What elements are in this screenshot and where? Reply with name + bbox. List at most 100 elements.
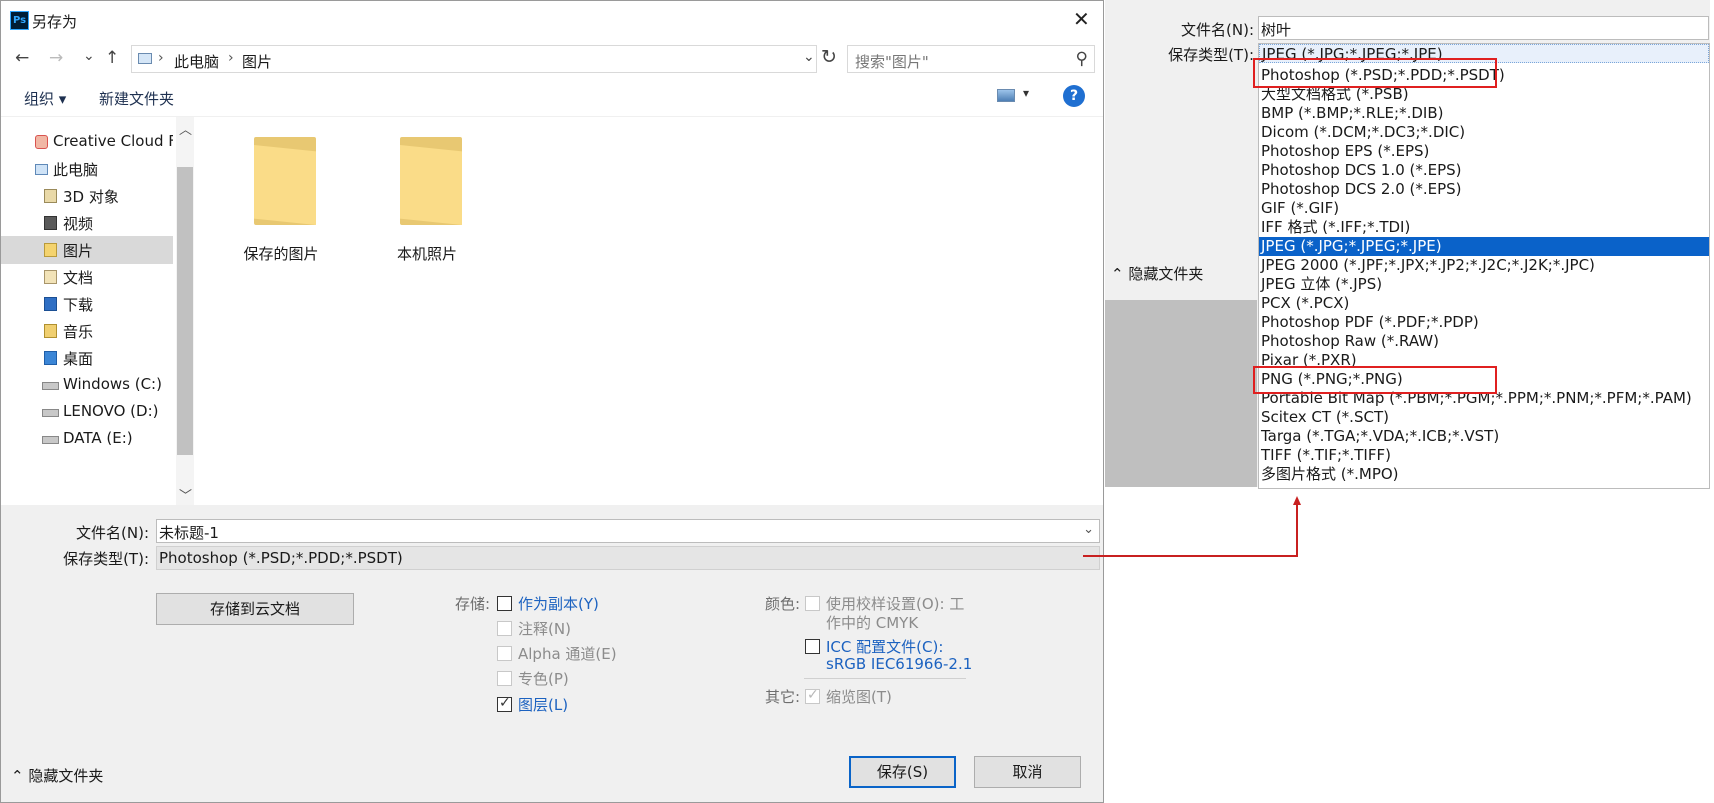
search-box[interactable]: 搜索"图片" ⚲ [847, 45, 1095, 73]
scrollbar-thumb[interactable] [177, 167, 193, 455]
scroll-up-icon[interactable]: ︿ [179, 119, 192, 138]
documents-icon [44, 270, 57, 284]
up-folder-icon[interactable]: ↑ [105, 49, 119, 67]
sidebar-item-music[interactable]: 音乐 [1, 317, 173, 345]
format-option[interactable]: JPEG 立体 (*.JPS) [1259, 275, 1709, 294]
sidebar-item-label: 此电脑 [53, 161, 99, 179]
download-icon [44, 297, 57, 311]
format-option-highlighted[interactable]: JPEG (*.JPG;*.JPEG;*.JPE) [1259, 237, 1709, 256]
organize-menu-button[interactable]: 组织 ▾ [24, 88, 66, 109]
gray-block [1105, 300, 1257, 487]
view-mode-dropdown-icon[interactable]: ▾ [1023, 86, 1029, 100]
format-option[interactable]: Scitex CT (*.SCT) [1259, 408, 1709, 427]
music-icon [44, 324, 57, 338]
search-icon[interactable]: ⚲ [1076, 49, 1088, 69]
sidebar-item-this-pc[interactable]: 此电脑 [1, 155, 173, 183]
sidebar-item-drive-e[interactable]: DATA (E:) [1, 425, 173, 453]
filetype-select[interactable]: Photoshop (*.PSD;*.PDD;*.PSDT) [156, 546, 1100, 570]
address-bar[interactable]: › 此电脑 › 图片 ⌄ [131, 45, 817, 73]
folder-saved-pictures[interactable]: 保存的图片 [226, 117, 336, 267]
sidebar-item-drive-d[interactable]: LENOVO (D:) [1, 398, 173, 426]
format-option[interactable]: Targa (*.TGA;*.VDA;*.ICB;*.VST) [1259, 427, 1709, 446]
format-option[interactable]: Photoshop DCS 1.0 (*.EPS) [1259, 161, 1709, 180]
format-option[interactable]: Dicom (*.DCM;*.DC3;*.DIC) [1259, 123, 1709, 142]
thumbnail-label: 缩览图(T) [826, 688, 892, 706]
scroll-down-icon[interactable]: ﹀ [179, 485, 192, 504]
format-option[interactable]: Photoshop Raw (*.RAW) [1259, 332, 1709, 351]
format-option[interactable]: BMP (*.BMP;*.RLE;*.DIB) [1259, 104, 1709, 123]
sidebar-item-documents[interactable]: 文档 [1, 263, 173, 291]
breadcrumb-this-pc[interactable]: 此电脑 [174, 51, 219, 72]
sidebar-item-desktop[interactable]: 桌面 [1, 344, 173, 372]
hide-folders-toggle[interactable]: ⌃ 隐藏文件夹 [1111, 263, 1203, 284]
folder-camera-roll[interactable]: 本机照片 [372, 117, 482, 267]
sidebar-item-downloads[interactable]: 下载 [1, 290, 173, 318]
chevron-up-icon: ⌃ [11, 767, 24, 785]
as-copy-checkbox[interactable] [497, 596, 512, 611]
close-icon[interactable]: ✕ [1073, 9, 1090, 29]
drive-icon [42, 436, 59, 444]
format-dropdown-list: JPEG (*.JPG;*.JPEG;*.JPE) Photoshop (*.P… [1258, 43, 1710, 489]
back-arrow-icon[interactable]: ← [15, 49, 29, 67]
alpha-channels-checkbox [497, 646, 512, 661]
sidebar-item-pictures[interactable]: 图片 [1, 236, 173, 264]
sidebar-item-label: 桌面 [63, 350, 94, 368]
location-icon [138, 53, 152, 64]
filename-label: 文件名(N): [76, 524, 149, 542]
format-option[interactable]: JPEG 2000 (*.JPF;*.JPX;*.JP2;*.J2C;*.J2K… [1259, 256, 1709, 275]
command-toolbar: 组织 ▾ 新建文件夹 ▾ ? [1, 77, 1103, 117]
hide-folders-label: 隐藏文件夹 [1128, 265, 1204, 283]
address-dropdown-icon[interactable]: ⌄ [803, 49, 815, 65]
new-folder-button[interactable]: 新建文件夹 [99, 88, 174, 109]
filetype-value: Photoshop (*.PSD;*.PDD;*.PSDT) [159, 549, 403, 567]
sidebar-item-videos[interactable]: 视频 [1, 209, 173, 237]
navigation-scrollbar[interactable]: ︿ ﹀ [176, 117, 194, 505]
annotation-line-horizontal [1083, 555, 1298, 557]
filename-dropdown-icon[interactable]: ⌄ [1083, 522, 1094, 537]
folder-label: 保存的图片 [243, 245, 319, 263]
sidebar-item-label: Creative Cloud Files [53, 132, 173, 150]
icc-profile-checkbox[interactable] [805, 639, 820, 654]
filename-input[interactable]: 树叶 [1258, 16, 1709, 40]
format-option[interactable]: TIFF (*.TIF;*.TIFF) [1259, 446, 1709, 465]
refresh-icon[interactable]: ↻ [821, 47, 837, 67]
forward-arrow-icon[interactable]: → [49, 49, 63, 67]
format-option[interactable]: Photoshop PDF (*.PDF;*.PDP) [1259, 313, 1709, 332]
breadcrumb-pictures[interactable]: 图片 [242, 51, 272, 72]
layers-checkbox[interactable] [497, 695, 512, 712]
drive-icon [42, 382, 59, 390]
annotation-box-png [1253, 366, 1497, 394]
sidebar-item-3d-objects[interactable]: 3D 对象 [1, 182, 173, 210]
help-icon[interactable]: ? [1063, 85, 1085, 107]
format-option[interactable]: Photoshop DCS 2.0 (*.EPS) [1259, 180, 1709, 199]
search-input[interactable]: 搜索"图片" [855, 51, 929, 72]
hide-folders-toggle[interactable]: ⌃ 隐藏文件夹 [11, 765, 103, 786]
storage-group-label: 存储: [455, 595, 491, 613]
recent-locations-chevron-icon[interactable]: ⌄ [83, 47, 95, 65]
sidebar-item-creative-cloud[interactable]: Creative Cloud Files [1, 128, 173, 156]
format-option[interactable]: IFF 格式 (*.IFF;*.TDI) [1259, 218, 1709, 237]
chevron-up-icon: ⌃ [1111, 265, 1124, 283]
notes-label: 注释(N) [518, 620, 571, 638]
sidebar-item-drive-c[interactable]: Windows (C:) [1, 371, 173, 399]
filetype-label: 保存类型(T): [1168, 46, 1254, 64]
save-as-dialog: Ps 另存为 ✕ ← → ⌄ ↑ › 此电脑 › 图片 ⌄ ↻ 搜索"图片" ⚲ [0, 0, 1104, 803]
icc-profile-label-line2: sRGB IEC61966-2.1 [826, 655, 973, 673]
save-to-cloud-button[interactable]: 存储到云文档 [156, 593, 354, 625]
format-option[interactable]: PCX (*.PCX) [1259, 294, 1709, 313]
sidebar-item-label: 音乐 [63, 323, 94, 341]
dialog-title: 另存为 [32, 13, 78, 31]
cancel-button[interactable]: 取消 [974, 756, 1081, 788]
save-button[interactable]: 保存(S) [849, 756, 956, 788]
format-option[interactable]: 多图片格式 (*.MPO) [1259, 465, 1709, 484]
creative-cloud-icon [35, 135, 48, 149]
layers-label: 图层(L) [518, 696, 569, 714]
pictures-icon [44, 243, 57, 257]
format-option[interactable]: GIF (*.GIF) [1259, 199, 1709, 218]
desktop-icon [44, 351, 57, 365]
view-mode-icon[interactable] [997, 89, 1015, 102]
folder-icon [254, 137, 316, 225]
format-option[interactable]: Photoshop EPS (*.EPS) [1259, 142, 1709, 161]
sidebar-item-label: 3D 对象 [63, 188, 119, 206]
filename-input[interactable]: 未标题-1 ⌄ [156, 519, 1100, 543]
